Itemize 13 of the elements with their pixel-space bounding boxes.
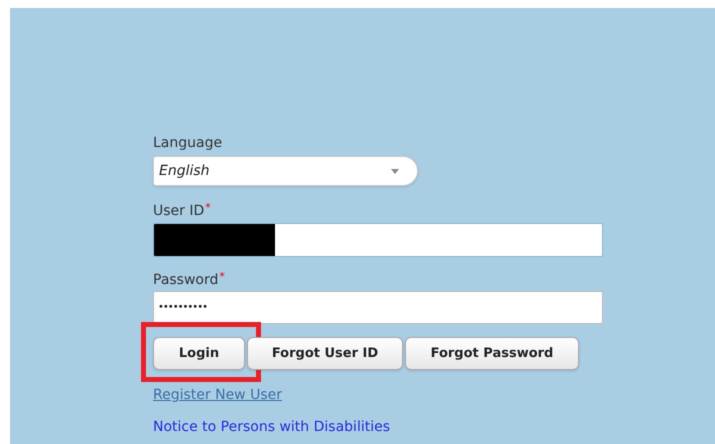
action-button[interactable]: Forgot User ID	[247, 337, 403, 370]
field-label: Language	[153, 134, 224, 152]
link[interactable]: Notice to Persons with Disabilities	[153, 418, 390, 436]
user-id-field[interactable]	[153, 223, 603, 257]
language-dropdown[interactable]: English	[153, 156, 418, 186]
required-mark: *	[205, 202, 211, 214]
required-mark: *	[219, 271, 225, 283]
action-button[interactable]: Forgot Password	[405, 337, 579, 370]
password-field[interactable]: ••••••••••	[153, 291, 603, 324]
caret-icon	[391, 168, 399, 174]
field-label: Password	[153, 271, 218, 289]
field-label: User ID	[153, 202, 204, 220]
action-button[interactable]: Login	[153, 337, 245, 370]
